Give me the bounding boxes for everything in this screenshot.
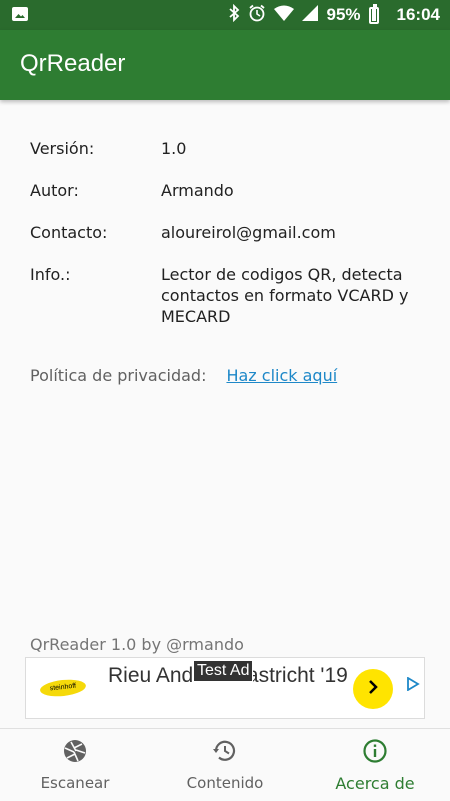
contact-label: Contacto: [30,223,108,242]
tab-escanear[interactable]: Escanear [0,729,150,801]
image-icon [12,7,28,21]
history-icon [212,738,238,768]
contact-row: Contacto: aloureirol@gmail.com [30,222,430,243]
footer-credit: QrReader 1.0 by @rmando [30,635,244,654]
app-title: QrReader [20,50,126,77]
signal-icon [302,5,319,25]
chevron-right-icon [364,678,382,700]
status-icons: 95% 16:04 [228,0,440,30]
adchoices-icon[interactable] [406,676,420,692]
ad-cta-button[interactable] [353,669,393,709]
status-bar: 95% 16:04 [0,0,450,30]
bluetooth-icon [228,3,240,26]
info-label: Info.: [30,265,71,284]
tab-contenido-label: Contenido [186,774,264,792]
privacy-row: Política de privacidad: Haz click aquí [30,366,337,385]
advertiser-logo: steinhoff [39,677,87,699]
tab-escanear-label: Escanear [40,774,110,792]
info-value: Lector de codigos QR, detecta contactos … [161,265,409,326]
tab-acerca-de[interactable]: Acerca de [300,729,450,801]
version-row: Versión: 1.0 [30,138,430,159]
test-ad-badge: Test Ad [193,660,254,682]
clock: 16:04 [396,5,440,24]
version-value: 1.0 [161,139,187,158]
about-info: Versión: 1.0 Autor: Armando Contacto: al… [30,138,430,348]
camera-shutter-icon [62,738,88,768]
author-row: Autor: Armando [30,180,430,201]
app-bar: QrReader [0,30,450,100]
info-row: Info.: Lector de codigos QR, detecta con… [30,264,430,327]
bottom-navigation: Escanear Contenido Acerca de [0,728,450,801]
tab-contenido[interactable]: Contenido [150,729,300,801]
author-value: Armando [161,181,234,200]
version-label: Versión: [30,139,95,158]
info-icon [362,738,388,768]
tab-acerca-de-label: Acerca de [335,773,415,793]
privacy-link[interactable]: Haz click aquí [226,366,337,385]
battery-percent: 95% [326,5,361,24]
alarm-icon [248,4,266,26]
ad-banner[interactable]: steinhoff Rieu André Maastricht '19 Test… [25,657,425,719]
wifi-icon [274,5,295,25]
privacy-label: Política de privacidad: [30,366,207,385]
battery-icon [368,3,379,24]
contact-value: aloureirol@gmail.com [161,223,336,242]
author-label: Autor: [30,181,79,200]
